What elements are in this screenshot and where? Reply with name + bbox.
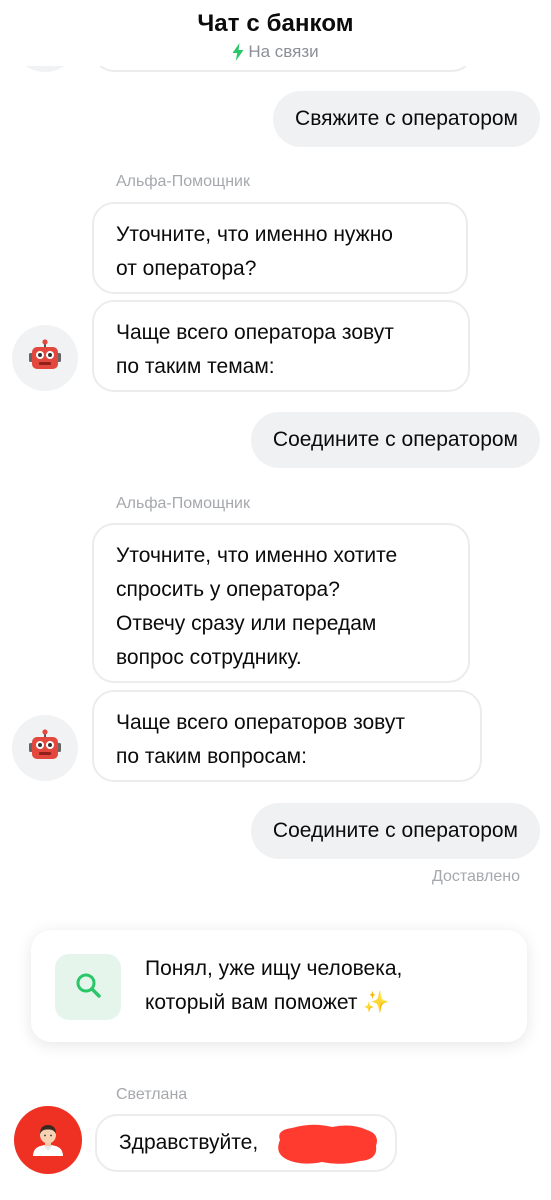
bolt-icon xyxy=(232,43,244,61)
user-message-text: Соедините с оператором xyxy=(272,428,518,451)
chat-header: Чат с банком На связи xyxy=(0,0,551,66)
sparkle-icon: ✨ xyxy=(363,991,390,1014)
search-status-line: который вам поможет ✨ xyxy=(145,986,402,1020)
operator-message-text: Здравствуйте, xyxy=(119,1131,259,1154)
bot-message-line: спросить у оператора? xyxy=(116,578,340,601)
status-text: На связи xyxy=(248,42,319,61)
bot-message[interactable]: Чаще всего операторов зовут по таким воп… xyxy=(92,690,482,782)
search-icon-container xyxy=(55,954,121,1020)
bot-message-line: Уточните, что именно хотите xyxy=(116,544,398,567)
user-message[interactable]: Свяжите с оператором xyxy=(273,91,540,147)
operator-search-card: Понял, уже ищу человека, который вам пом… xyxy=(31,930,527,1042)
user-message[interactable]: Соедините с оператором xyxy=(250,412,540,468)
robot-icon xyxy=(28,338,62,378)
robot-icon xyxy=(28,728,62,768)
bot-message-line: вопрос сотруднику. xyxy=(116,646,302,669)
bot-message-line: Чаще всего оператора зовут xyxy=(116,321,394,344)
search-status-line-text: который вам поможет xyxy=(145,991,358,1014)
bot-message-line: по таким темам: xyxy=(116,355,275,378)
bot-message-line: Уточните, что именно нужно xyxy=(116,223,393,246)
bot-message[interactable]: Уточните, что именно хотите спросить у о… xyxy=(92,523,470,683)
search-status-line: Понял, уже ищу человека, xyxy=(145,957,403,980)
user-message-text: Свяжите с оператором xyxy=(295,107,518,130)
bot-avatar xyxy=(12,715,78,781)
bot-message[interactable]: Уточните, что именно нужно от оператора? xyxy=(92,202,468,294)
bot-avatar xyxy=(12,325,78,391)
person-icon xyxy=(30,1120,66,1161)
operator-name: Светлана xyxy=(116,1086,188,1103)
delivery-status: Доставлено xyxy=(431,868,520,885)
operator-avatar xyxy=(14,1106,82,1174)
bot-message[interactable]: Чаще всего оператора зовут по таким тема… xyxy=(92,300,470,392)
connection-status: На связи xyxy=(0,42,551,62)
user-message[interactable]: Соедините с оператором xyxy=(250,803,540,859)
bot-message-line: по таким вопросам: xyxy=(116,745,307,768)
bot-message-line: от оператора? xyxy=(116,257,257,280)
search-status-text: Понял, уже ищу человека, который вам пом… xyxy=(145,952,402,1020)
search-icon xyxy=(74,971,102,1004)
page-title: Чат с банком xyxy=(197,10,354,37)
bot-sender-name: Альфа-Помощник xyxy=(116,173,250,190)
bot-message-line: Чаще всего операторов зовут xyxy=(116,711,405,734)
bot-message-line: Отвечу сразу или передам xyxy=(116,612,377,635)
redaction-mark xyxy=(272,1120,382,1168)
user-message-text: Соедините с оператором xyxy=(272,819,518,842)
bot-sender-name: Альфа-Помощник xyxy=(116,495,250,512)
